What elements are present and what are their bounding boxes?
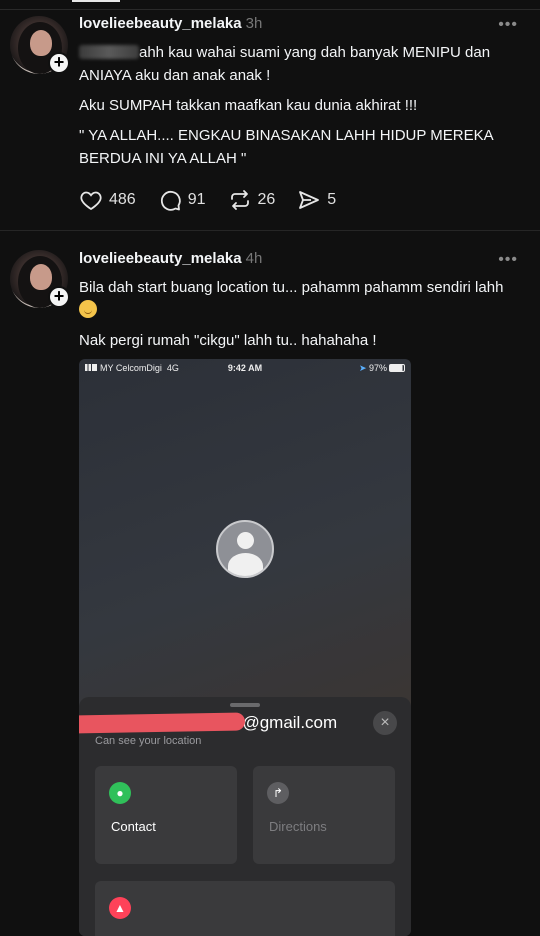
status-clock: 9:42 AM [227, 363, 263, 373]
person-placeholder-icon [216, 520, 274, 578]
post-username[interactable]: lovelieebeauty_melaka 4h [79, 250, 262, 267]
directions-arrow-icon: ↱ [267, 782, 289, 804]
share-button[interactable]: 5 [297, 188, 336, 212]
post-2[interactable]: + lovelieebeauty_melaka 4h ••• Bila dah s… [0, 238, 540, 936]
attached-image[interactable]: MY CelcomDigi 4G 9:42 AM ➤ 97% 0@gmail.c… [79, 359, 411, 936]
location-arrow-icon: ➤ [358, 362, 367, 373]
post-time: 3h [245, 15, 263, 32]
person-icon: ● [109, 782, 131, 804]
contact-card: ● Contact [95, 766, 237, 864]
bell-icon: ▲ [109, 897, 131, 919]
directions-label: Directions [269, 819, 327, 834]
more-options-icon[interactable]: ••• [498, 251, 518, 269]
close-icon: × [373, 711, 397, 735]
like-count: 486 [109, 191, 136, 208]
status-bar: MY CelcomDigi 4G 9:42 AM ➤ 97% [79, 359, 411, 377]
location-sheet: 0@gmail.com Can see your location × ● Co… [79, 697, 411, 936]
post-text-line: " YA ALLAH.... ENGKAU BINASAKAN LAHH HID… [79, 127, 493, 167]
post-actions: 486 91 26 5 [79, 188, 358, 212]
more-options-icon[interactable]: ••• [498, 16, 518, 34]
post-text-line: Aku SUMPAH takkan maafkan kau dunia akhi… [79, 97, 418, 114]
post-text-line: Nak pergi rumah "cikgu" lahh tu.. hahaha… [79, 332, 377, 349]
notify-card: ▲ [95, 881, 395, 936]
sheet-subtitle: Can see your location [95, 735, 202, 747]
blurred-name [79, 45, 139, 59]
sheet-grabber [230, 703, 260, 707]
red-redaction-mark [79, 712, 246, 734]
repost-button[interactable]: 26 [228, 188, 276, 212]
post-time: 4h [245, 250, 263, 267]
follow-plus-icon[interactable]: + [48, 286, 70, 308]
post-username[interactable]: lovelieebeauty_melaka 3h [79, 15, 262, 32]
signal-icon [85, 364, 97, 371]
relieved-face-emoji-icon [79, 300, 97, 318]
send-icon [299, 191, 320, 209]
post-text-line: Bila dah start buang location tu... paha… [79, 276, 524, 322]
share-count: 5 [327, 191, 337, 208]
feed-tab-indicator [72, 0, 120, 2]
comment-count: 91 [187, 191, 206, 208]
battery-icon [389, 363, 406, 372]
post-divider [0, 230, 540, 231]
comment-icon [160, 190, 181, 211]
comment-button[interactable]: 91 [158, 188, 206, 212]
heart-icon [80, 191, 102, 211]
repost-count: 26 [257, 191, 276, 208]
repost-icon [230, 190, 249, 210]
follow-plus-icon[interactable]: + [48, 52, 70, 74]
post-1[interactable]: + lovelieebeauty_melaka 3h ••• ahh kau wa… [0, 10, 540, 230]
like-button[interactable]: 486 [79, 188, 136, 212]
post-text-line: ahh kau wahai suami yang dah banyak MENI… [79, 44, 491, 84]
directions-card: ↱ Directions [253, 766, 395, 864]
contact-label: Contact [111, 819, 156, 834]
